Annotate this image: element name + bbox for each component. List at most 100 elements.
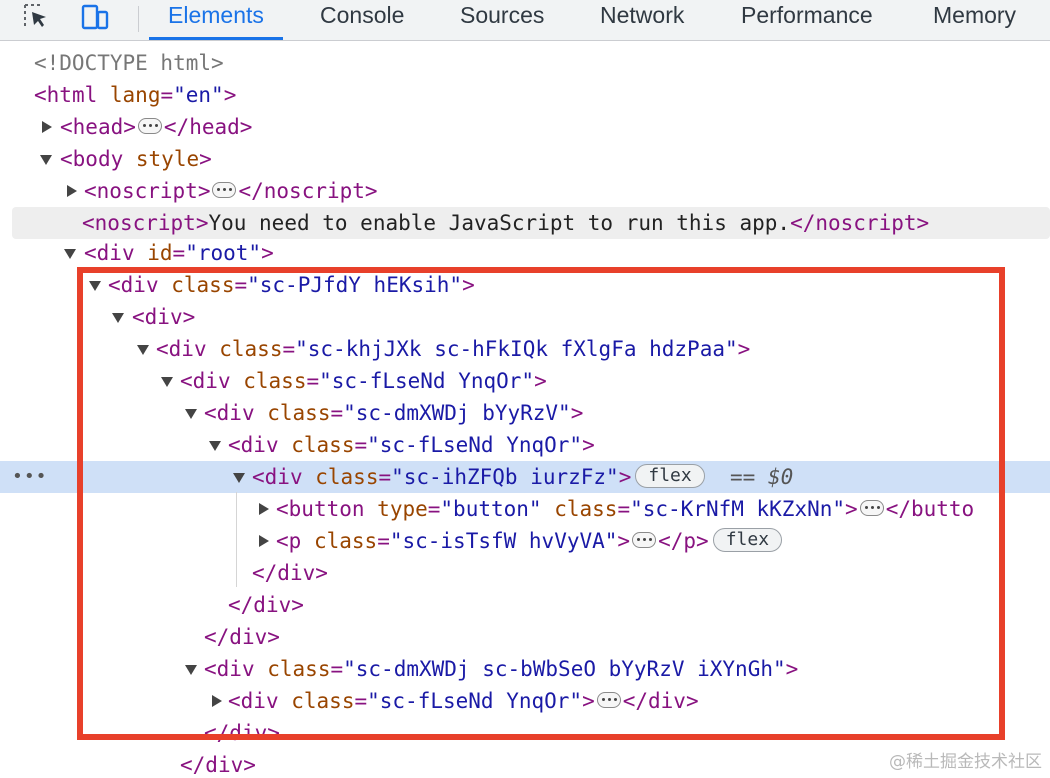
attr-name: class — [313, 529, 378, 553]
tag-name: p — [683, 529, 697, 553]
tree-row-close-div[interactable]: </div> — [0, 717, 1050, 749]
tag-name: div — [240, 433, 279, 457]
tree-row-div[interactable]: <div class="sc-fLseNd YnqOr"> </div> — [0, 685, 1050, 717]
attr-name: class — [291, 689, 355, 713]
expand-triangle-icon[interactable] — [67, 185, 77, 197]
flex-badge[interactable]: flex — [635, 464, 705, 488]
collapsed-ellipsis-icon[interactable] — [137, 118, 162, 134]
attr-name: class — [243, 369, 307, 393]
attr-name: class — [267, 401, 331, 425]
flex-badge[interactable]: flex — [712, 528, 783, 552]
collapse-triangle-icon[interactable] — [89, 281, 101, 291]
attr-value: "root" — [185, 241, 262, 265]
attr-name: class — [267, 657, 331, 681]
doctype-text: <!DOCTYPE html> — [34, 51, 224, 75]
device-toolbar-icon[interactable] — [80, 2, 110, 32]
attr-name: class — [315, 465, 379, 489]
attr-value: "button" — [440, 497, 542, 521]
tree-row-close-div[interactable]: </div> — [0, 557, 1050, 589]
collapse-triangle-icon[interactable] — [161, 377, 173, 387]
tree-row-div[interactable]: <div> — [0, 301, 1050, 333]
tree-row-close-div[interactable]: </div> — [0, 589, 1050, 621]
tree-row-button[interactable]: <button type="button" class="sc-KrNfM kK… — [0, 493, 1050, 525]
tree-row-div[interactable]: <div class="sc-dmXWDj sc-bWbSeO bYyRzV i… — [0, 653, 1050, 685]
tag-name: div — [229, 721, 268, 745]
tag-name: div — [144, 305, 183, 329]
tree-row-head[interactable]: <head> </head> — [0, 111, 1050, 143]
collapsed-ellipsis-icon[interactable] — [632, 532, 657, 548]
attr-name: class — [219, 337, 283, 361]
row-options-icon[interactable]: ••• — [12, 461, 48, 493]
tree-row-noscript-text[interactable]: <noscript>You need to enable JavaScript … — [12, 207, 1050, 239]
tag-name: div — [648, 689, 686, 713]
tree-row-close-div[interactable]: </div> — [0, 621, 1050, 653]
indent-guide-line — [236, 492, 237, 587]
tree-row-div-root[interactable]: <div id="root"> — [0, 237, 1050, 269]
tag-name: div — [168, 337, 207, 361]
expand-triangle-icon[interactable] — [42, 121, 52, 133]
tab-network[interactable]: Network — [600, 0, 684, 40]
tree-row-p[interactable]: <p class="sc-isTsfW hvVyVA"> </p> flex — [0, 525, 1050, 557]
collapsed-ellipsis-icon[interactable] — [212, 182, 237, 198]
tag-name: noscript — [94, 211, 196, 235]
tree-row-html[interactable]: <html lang="en"> — [0, 79, 1050, 111]
expand-triangle-icon[interactable] — [212, 695, 222, 707]
tag-name: head — [72, 115, 124, 139]
tab-performance[interactable]: Performance — [741, 0, 873, 40]
attr-value: "sc-fLseNd YnqOr" — [319, 369, 535, 393]
tree-row-div[interactable]: <div class="sc-PJfdY hEKsih"> — [0, 269, 1050, 301]
tag-name: div — [277, 561, 316, 585]
tag-name: div — [120, 273, 159, 297]
attr-name: class — [554, 497, 618, 521]
collapse-triangle-icon[interactable] — [233, 473, 245, 483]
attr-value: "sc-isTsfW hvVyVA" — [389, 529, 618, 553]
tree-row-div[interactable]: <div class="sc-fLseNd YnqOr"> — [0, 429, 1050, 461]
tree-row-body[interactable]: <body style> — [0, 143, 1050, 175]
tag-name: div — [264, 465, 303, 489]
toolbar-separator — [138, 6, 139, 32]
collapse-triangle-icon[interactable] — [209, 441, 221, 451]
tag-name: noscript — [815, 211, 917, 235]
selected-marker: == $0 — [730, 465, 794, 489]
attr-name: class — [291, 433, 355, 457]
text-node: You need to enable JavaScript to run thi… — [208, 211, 791, 235]
collapse-triangle-icon[interactable] — [64, 249, 76, 259]
inspect-element-icon[interactable] — [22, 2, 52, 32]
expand-triangle-icon[interactable] — [259, 503, 269, 515]
collapsed-ellipsis-icon[interactable] — [859, 500, 884, 516]
tag-name: html — [46, 83, 98, 107]
collapse-triangle-icon[interactable] — [137, 345, 149, 355]
tag-name: div — [240, 689, 279, 713]
attr-value: "sc-khjJXk sc-hFkIQk fXlgFa hdzPaa" — [295, 337, 738, 361]
collapse-triangle-icon[interactable] — [185, 665, 197, 675]
tree-row-div[interactable]: <div class="sc-khjJXk sc-hFkIQk fXlgFa h… — [0, 333, 1050, 365]
tree-row-div[interactable]: <div class="sc-fLseNd YnqOr"> — [0, 365, 1050, 397]
elements-dom-tree: <!DOCTYPE html> <html lang="en"> <head> <… — [0, 41, 1050, 778]
expand-triangle-icon[interactable] — [259, 535, 269, 547]
collapse-triangle-icon[interactable] — [112, 313, 124, 323]
tag-name: noscript — [96, 179, 198, 203]
attr-value: "sc-KrNfM kKZxNn" — [630, 497, 846, 521]
tab-elements[interactable]: Elements — [149, 0, 283, 40]
watermark-text: @稀土掘金技术社区 — [889, 752, 1042, 772]
tree-row-div[interactable]: <div class="sc-dmXWDj bYyRzV"> — [0, 397, 1050, 429]
attr-value: "sc-PJfdY hEKsih" — [247, 273, 463, 297]
tree-row-noscript[interactable]: <noscript> </noscript> — [0, 175, 1050, 207]
tree-row-div-selected[interactable]: ••• <div class="sc-ihZFQb iurzFz"> flex =… — [0, 461, 1050, 493]
attr-name: lang — [109, 83, 161, 107]
attr-value: "en" — [173, 83, 224, 107]
collapse-triangle-icon[interactable] — [40, 155, 52, 165]
collapse-triangle-icon[interactable] — [185, 409, 197, 419]
attr-name: style — [135, 147, 200, 171]
tab-console[interactable]: Console — [320, 0, 404, 40]
tag-name: div — [96, 241, 135, 265]
tree-row-doctype[interactable]: <!DOCTYPE html> — [0, 47, 1050, 79]
tab-memory[interactable]: Memory — [933, 0, 1016, 40]
tag-name: div — [253, 593, 292, 617]
attr-value: "sc-ihZFQb iurzFz" — [391, 465, 619, 489]
collapsed-ellipsis-icon[interactable] — [596, 692, 621, 708]
devtools-toolbar: Elements Console Sources Network Perform… — [0, 0, 1050, 41]
tab-sources[interactable]: Sources — [460, 0, 544, 40]
tag-name: head — [189, 115, 240, 139]
attr-value: "sc-fLseNd YnqOr" — [367, 689, 583, 713]
